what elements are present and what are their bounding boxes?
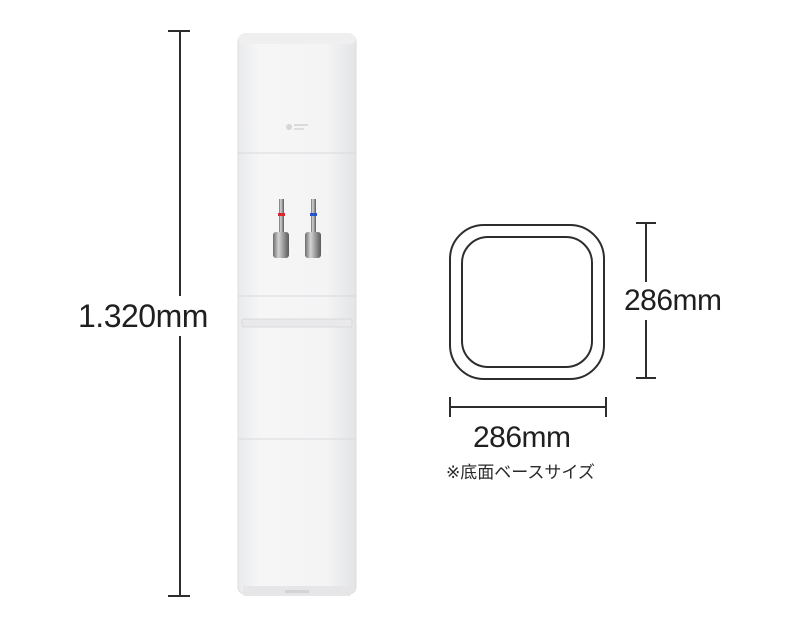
drip-tray [241, 318, 353, 328]
depth-dimension-label: 286mm [622, 282, 724, 320]
base-footprint-shape [448, 223, 608, 383]
water-dispenser-illustration [237, 33, 357, 598]
height-dimension-label: 1.320mm [76, 296, 210, 336]
height-dimension-bottom-tick [168, 595, 190, 597]
product-dimension-diagram: 1.320mm 286mm 286mm ※底面ベースサイズ [0, 0, 800, 620]
base-size-note: ※底面ベースサイズ [446, 463, 595, 483]
dispenser-body [237, 33, 357, 595]
width-dimension-right-tick [605, 397, 607, 417]
width-dimension-line [449, 406, 606, 408]
depth-dimension-bottom-tick [636, 377, 656, 379]
width-dimension-label: 286mm [473, 421, 571, 454]
dispenser-top-cap [238, 34, 356, 44]
